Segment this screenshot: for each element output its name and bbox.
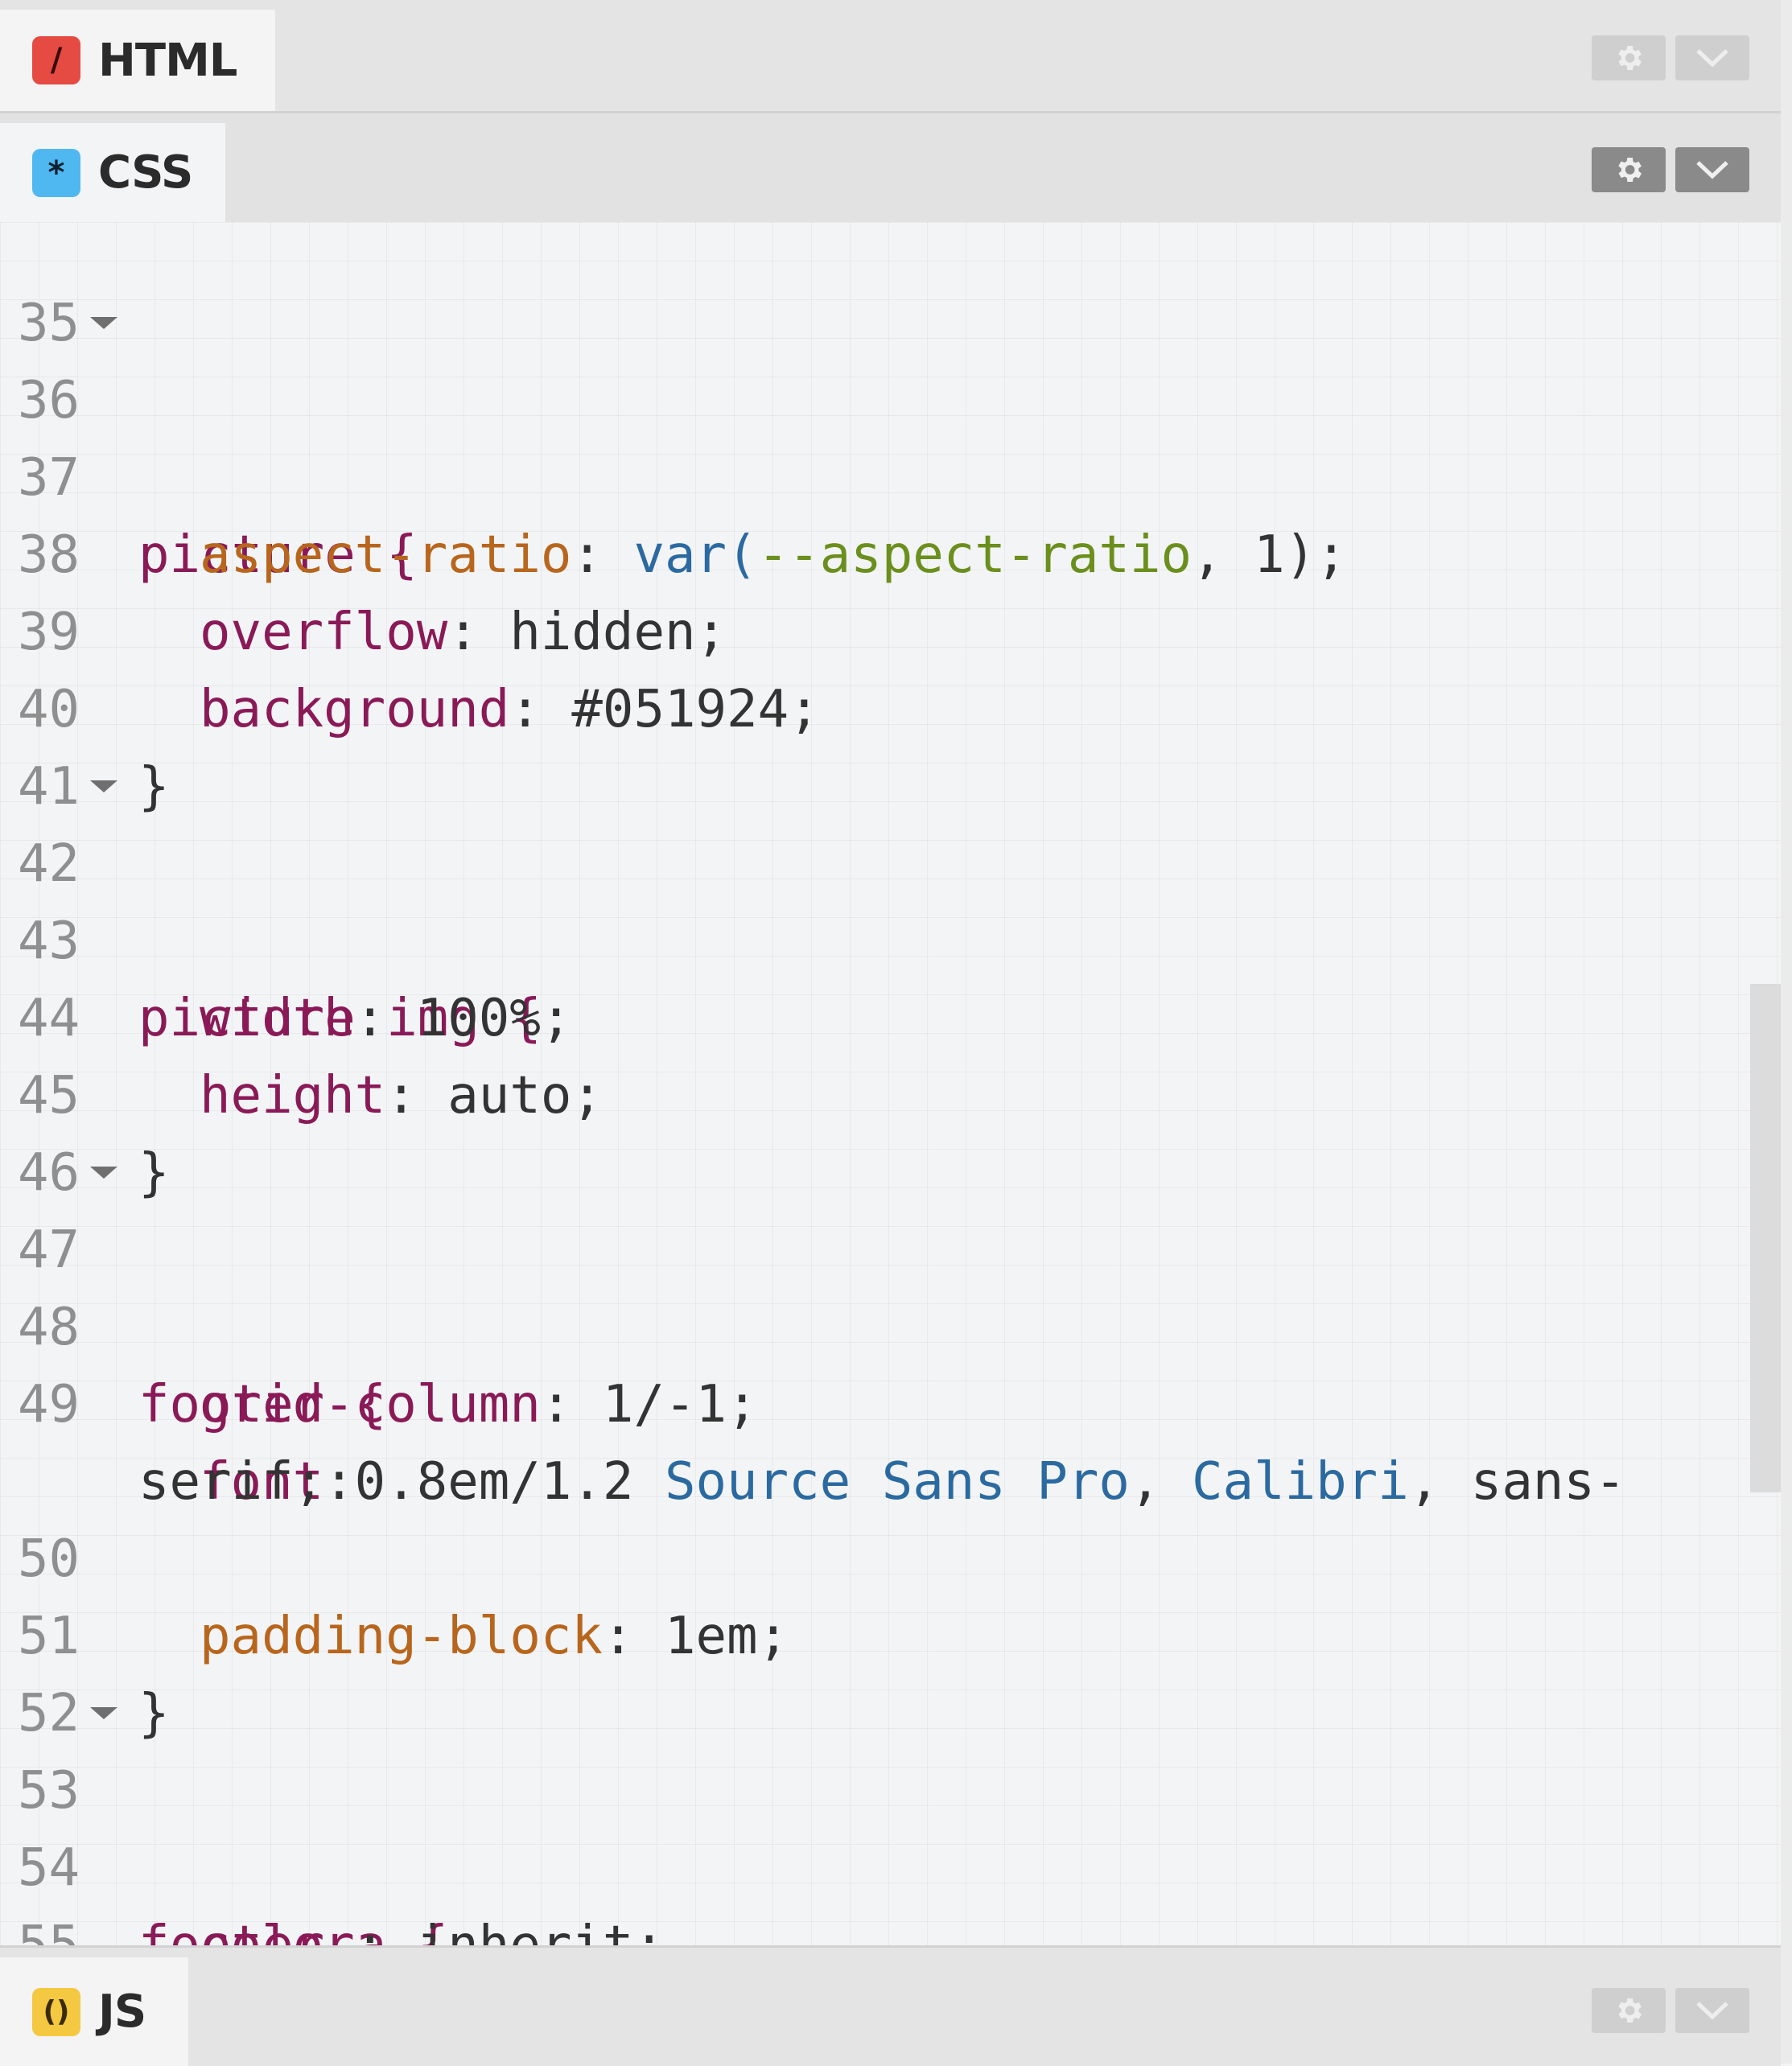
code-line: 39 background: #051924; <box>0 516 1781 739</box>
code-line: 51 } <box>0 1521 1781 1743</box>
code-line-wrap: serif; <box>0 1366 1781 1512</box>
chevron-down-icon <box>1696 49 1728 68</box>
css-tab-label: CSS <box>98 146 193 199</box>
code-line: 50 padding-block: 1em; <box>0 1443 1781 1666</box>
code-line: 44 height: auto; <box>0 903 1781 1126</box>
code-line: 40 } <box>0 594 1781 817</box>
js-collapse-button[interactable] <box>1675 1988 1749 2033</box>
js-settings-button[interactable] <box>1592 1988 1666 2033</box>
gear-icon <box>1618 1998 1642 2023</box>
code-line: 48 grid-column: 1/-1; <box>0 1212 1781 1434</box>
fold-arrow-icon[interactable] <box>90 780 117 792</box>
html-panel-header: / HTML <box>0 0 1781 113</box>
gear-icon <box>1618 46 1642 70</box>
code-line: 36 picture { <box>0 285 1781 585</box>
code-line: 52 <box>0 1598 1781 1743</box>
code-line: 37 aspect-ratio: var(--aspect-ratio, 1); <box>0 362 1781 585</box>
declaration: color: inherit; <box>200 1907 665 1945</box>
code-line: 43 width: 100%; <box>0 825 1781 1048</box>
css-settings-button[interactable] <box>1592 147 1666 192</box>
chevron-down-icon <box>1696 2002 1728 2020</box>
html-settings-button[interactable] <box>1592 35 1666 80</box>
fold-arrow-icon[interactable] <box>90 317 117 329</box>
code-line: 47 footer { <box>0 1134 1781 1434</box>
code-line: 53 footer a { <box>0 1675 1781 1945</box>
css-code-editor[interactable]: 35 36 picture { 37 aspect-ratio: var(--a… <box>0 222 1781 1945</box>
code-line: 41 <box>0 671 1781 817</box>
css-panel-header: * CSS <box>0 113 1781 222</box>
window-edge <box>1781 0 1792 2064</box>
tab-js[interactable]: () JS <box>0 1957 188 2066</box>
gear-icon <box>1618 158 1642 182</box>
css-icon: * <box>32 148 80 197</box>
property: color <box>200 1916 355 1945</box>
code-line: 55 } <box>0 1829 1781 1945</box>
code-line: 54 color: inherit; <box>0 1752 1781 1945</box>
code-line: 45 } <box>0 980 1781 1203</box>
code-line: 46 <box>0 1057 1781 1203</box>
html-icon: / <box>32 36 80 84</box>
code-line: 38 overflow: hidden; <box>0 439 1781 662</box>
code-line: 42 picture img { <box>0 748 1781 1048</box>
chevron-down-icon <box>1696 161 1728 179</box>
css-collapse-button[interactable] <box>1675 147 1749 192</box>
fold-arrow-icon[interactable] <box>90 1167 117 1179</box>
html-tab-label: HTML <box>98 34 237 87</box>
code-line: 35 <box>0 222 1781 353</box>
js-icon: () <box>32 1987 80 2036</box>
tab-css[interactable]: * CSS <box>0 123 225 222</box>
fold-arrow-icon[interactable] <box>90 1707 117 1719</box>
vertical-scrollbar[interactable] <box>1750 984 1781 1492</box>
js-tab-label: JS <box>98 1986 146 2038</box>
tab-html[interactable]: / HTML <box>0 10 275 111</box>
html-collapse-button[interactable] <box>1675 35 1749 80</box>
line-number: 55 <box>18 1916 80 1945</box>
code-line: 49 font:0.8em/1.2 Source Sans Pro, Calib… <box>0 1289 1781 1512</box>
js-panel-header: () JS <box>0 1945 1781 2066</box>
